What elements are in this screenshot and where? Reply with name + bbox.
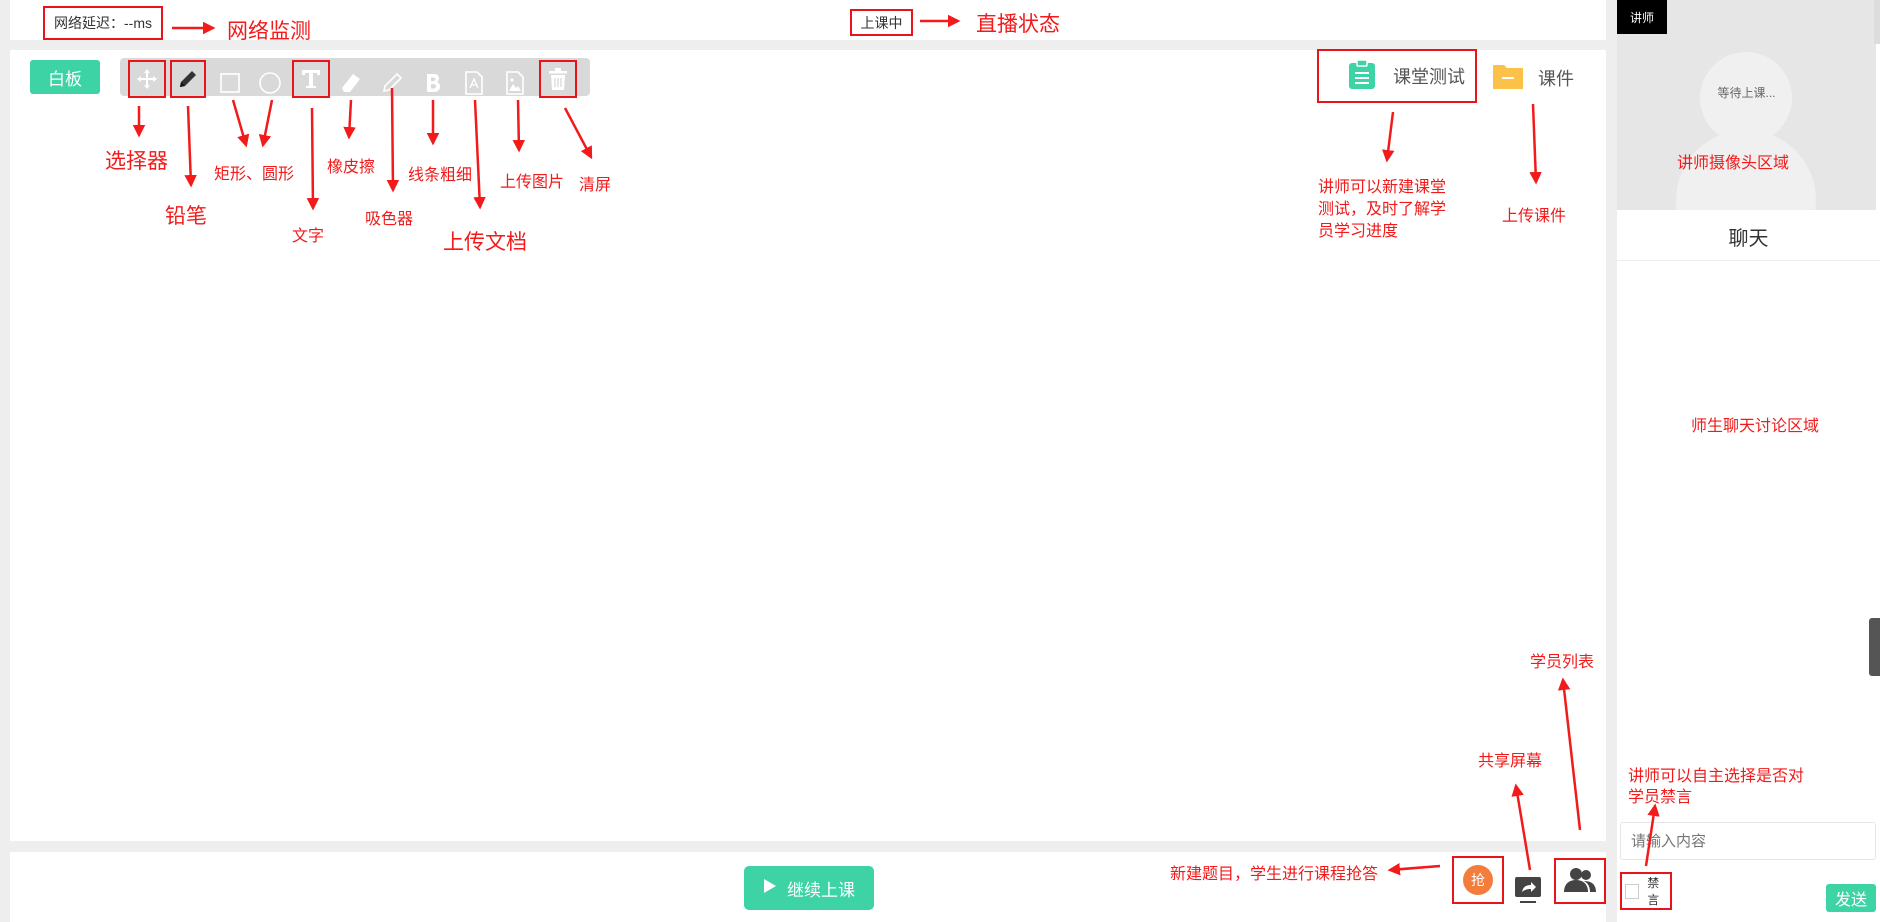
continue-class-label: 继续上课 [787, 880, 855, 900]
annotation-new-question: 新建题目，学生进行课程抢答 [1170, 866, 1379, 883]
eraser-tool-button[interactable] [334, 66, 368, 100]
annotation-network-monitor: 网络监测 [227, 20, 311, 43]
mute-toggle[interactable]: 禁言 [1620, 872, 1672, 910]
waiting-text: 等待上课... [1717, 86, 1776, 100]
share-screen-button[interactable] [1513, 875, 1543, 905]
folder-icon [1492, 62, 1524, 95]
grab-badge: 抢 [1463, 865, 1493, 895]
annotation-live-state: 直播状态 [976, 13, 1060, 36]
annotation-upload-doc: 上传文档 [443, 231, 527, 254]
circle-icon [258, 71, 282, 95]
teacher-tag-label: 讲师 [1629, 10, 1654, 25]
courseware-button[interactable]: 课件 [1492, 60, 1602, 96]
annotation-line-width: 线条粗细 [408, 167, 473, 184]
send-button[interactable]: 发送 [1826, 884, 1876, 912]
pencil-icon [176, 67, 200, 91]
rectangle-tool-button[interactable] [213, 66, 247, 100]
annotation-upload-courseware: 上传课件 [1502, 208, 1567, 225]
upload-document-button[interactable] [457, 66, 491, 100]
circle-tool-button[interactable] [253, 66, 287, 100]
pencil-tool-button[interactable] [170, 60, 206, 98]
users-icon [1564, 866, 1596, 897]
continue-class-button[interactable]: 继续上课 [744, 866, 874, 910]
eyedropper-icon [380, 71, 404, 95]
upload-image-button[interactable] [498, 66, 532, 100]
image-icon [504, 71, 526, 95]
pdf-document-icon [463, 71, 485, 95]
clear-screen-button[interactable] [539, 60, 577, 98]
annotation-student-list: 学员列表 [1530, 654, 1595, 671]
bold-b-icon [421, 71, 445, 95]
chat-messages-area[interactable] [1617, 261, 1880, 821]
move-arrows-icon [135, 67, 159, 91]
grab-label: 抢 [1471, 872, 1485, 888]
chat-title: 聊天 [1728, 228, 1769, 250]
annotation-text: 文字 [292, 228, 325, 245]
annotation-pencil: 铅笔 [165, 205, 207, 228]
annotation-upload-image: 上传图片 [500, 174, 565, 191]
mute-label: 禁言 [1647, 876, 1660, 907]
annotation-color-picker: 吸色器 [365, 211, 414, 228]
annotation-chat-area: 师生聊天讨论区域 [1691, 418, 1820, 435]
send-label: 发送 [1834, 892, 1867, 909]
play-icon [763, 878, 777, 899]
whiteboard-button[interactable]: 白板 [30, 60, 100, 94]
trash-icon [547, 67, 569, 91]
chat-input[interactable] [1620, 822, 1876, 860]
annotation-class-test: 讲师可以新建课堂测试，及时了解学员学习进度 [1318, 179, 1447, 240]
live-status-text: 上课中 [860, 14, 903, 31]
courseware-label: 课件 [1538, 69, 1574, 89]
rectangle-icon [219, 72, 241, 94]
annotation-eraser: 橡皮擦 [327, 159, 376, 176]
selector-tool-button[interactable] [128, 60, 166, 98]
sidebar-scroll-handle[interactable] [1874, 0, 1880, 44]
annotation-camera-area: 讲师摄像头区域 [1677, 155, 1790, 172]
line-width-tool-button[interactable] [416, 66, 450, 100]
class-test-button[interactable]: 课堂测试 [1317, 49, 1477, 103]
clipboard-icon [1347, 58, 1377, 94]
teacher-tag: 讲师 [1617, 0, 1667, 34]
mute-checkbox[interactable] [1625, 883, 1640, 899]
grab-answer-button[interactable]: 抢 [1452, 856, 1504, 904]
annotation-share-screen: 共享屏幕 [1478, 753, 1543, 770]
eraser-icon [339, 71, 363, 95]
class-test-label: 课堂测试 [1393, 67, 1465, 87]
annotation-clear-screen: 清屏 [579, 177, 612, 194]
share-screen-icon [1514, 875, 1542, 910]
network-latency-text: 网络延迟：--ms [54, 15, 152, 31]
annotation-mute: 讲师可以自主选择是否对学员禁言 [1628, 768, 1805, 806]
color-picker-tool-button[interactable] [375, 66, 409, 100]
student-list-button[interactable] [1554, 858, 1606, 904]
live-status-box: 上课中 [850, 9, 913, 36]
whiteboard-label: 白板 [48, 69, 82, 89]
text-t-icon [299, 67, 323, 91]
annotation-selector: 选择器 [105, 150, 168, 173]
network-latency-box: 网络延迟：--ms [43, 6, 163, 40]
text-tool-button[interactable] [292, 60, 330, 98]
annotation-shapes: 矩形、圆形 [214, 166, 295, 183]
